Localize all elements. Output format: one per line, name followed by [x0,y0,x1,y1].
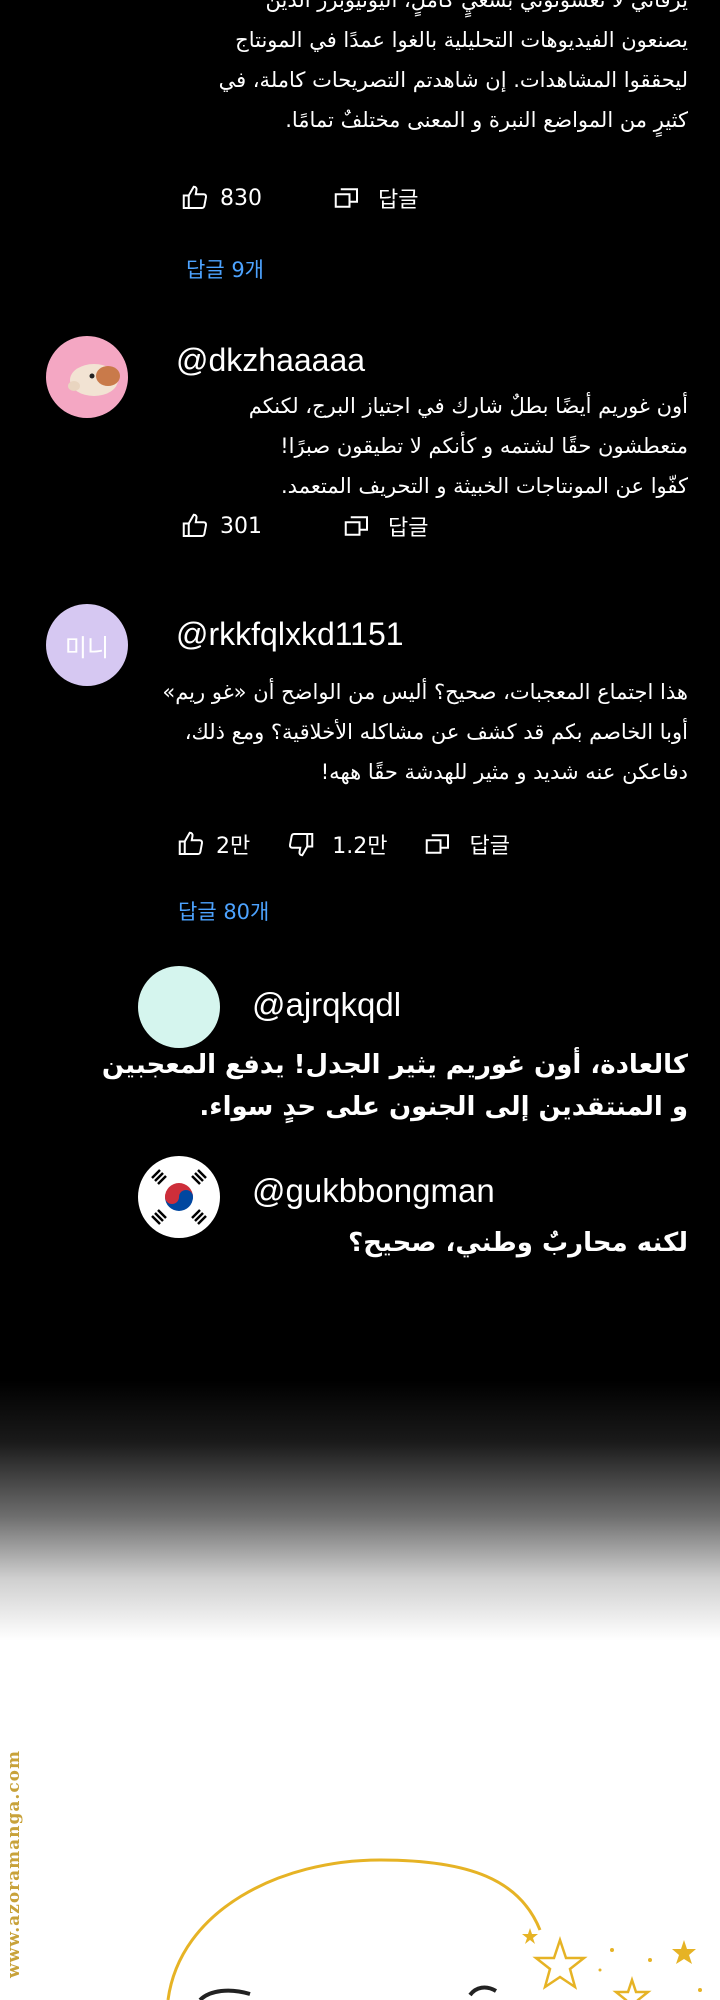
comment-2-text: هذا اجتماع المعجبات، صحيح؟ أليس من الواض… [162,672,688,792]
reply-button[interactable]: 답글 [469,828,509,860]
comment-line: كثيرٍ من المواضع النبرة و المعنى مختلفٌ … [285,108,688,132]
thumb-up-icon[interactable] [180,511,210,541]
comment-0-text: يرقاني لا تعسونوني بسعيٍ كاملٍ، اليوتيوب… [219,0,688,140]
reply-2-handle[interactable]: @gukbbongman [252,1172,495,1210]
comment-1-handle[interactable]: @dkzhaaaaa [176,342,365,379]
reply-1-text: كالعادة، أون غوريم يثير الجدل! يدفع المع… [102,1044,688,1128]
comment-line: أون غوريم أيضًا بطلٌ شارك في اجتياز البر… [248,394,688,418]
korea-flag-icon [151,1169,207,1225]
reply-icon[interactable] [332,183,362,213]
reply-icon[interactable] [423,829,453,859]
dislike-count: 1.2만 [332,834,388,859]
thumb-up-icon[interactable] [176,829,206,859]
reply-icon[interactable] [342,511,372,541]
reply-button[interactable]: 답글 [378,182,418,214]
avatar[interactable] [138,966,220,1048]
thumb-up-icon[interactable] [180,183,210,213]
avatar-text: 미니 [64,633,110,662]
like-count: 301 [220,513,262,539]
view-replies-link[interactable]: 답글 80개 [178,896,269,926]
comment-1-actions: 301 답글 [180,510,428,542]
thumb-down-icon[interactable] [286,829,316,859]
reply-1-handle[interactable]: @ajrqkqdl [252,986,401,1024]
avatar[interactable]: 미니 [46,604,128,686]
comment-line: هذا اجتماع المعجبات، صحيح؟ أليس من الواض… [162,680,688,704]
view-replies-link[interactable]: 답글 9개 [186,254,264,284]
comment-line: أوبا الخاصم بكم قد كشف عن مشاكله الأخلاق… [184,720,688,744]
comment-line: يرقاني لا تعسونوني بسعيٍ كاملٍ، اليوتيوب… [265,0,689,12]
comment-line: ليحققوا المشاهدات. إن شاهدتم التصريحات ك… [218,68,688,92]
comment-0-actions: 830 답글 [180,182,418,214]
dog-avatar-icon [68,364,120,396]
comment-line: كالعادة، أون غوريم يثير الجدل! يدفع المع… [101,1050,688,1080]
comment-2-actions: 2만 1.2만 답글 [176,828,510,860]
avatar[interactable] [138,1156,220,1238]
reply-2-text: لكنه محاربٌ وطني، صحيح؟ [348,1222,688,1264]
comment-line: كفّوا عن المونتاجات الخبيثة و التحريف ال… [281,474,688,498]
speech-bubble-decoration [166,1858,702,2000]
reply-button[interactable]: 답글 [388,510,428,542]
comment-2-handle[interactable]: @rkkfqlxkd1151 [176,616,404,653]
comment-1-text: أون غوريم أيضًا بطلٌ شارك في اجتياز البر… [249,386,688,506]
comment-line: يصنعون الفيديوهات التحليلية بالغوا عمدًا… [235,28,688,52]
comment-line: لكنه محاربٌ وطني، صحيح؟ [348,1228,688,1258]
like-count: 830 [220,185,262,211]
comment-line: دفاعكن عنه شديد و مثير للهدشة حقًا ههه! [320,760,688,784]
comment-line: متعطشون حقًا لشتمه و كأنكم لا تطيقون صبر… [280,434,688,458]
like-count: 2만 [216,834,251,859]
avatar[interactable] [46,336,128,418]
comment-line: و المنتقدين إلى الجنون على حدٍ سواء. [199,1092,688,1122]
star-icon [532,1936,652,2000]
